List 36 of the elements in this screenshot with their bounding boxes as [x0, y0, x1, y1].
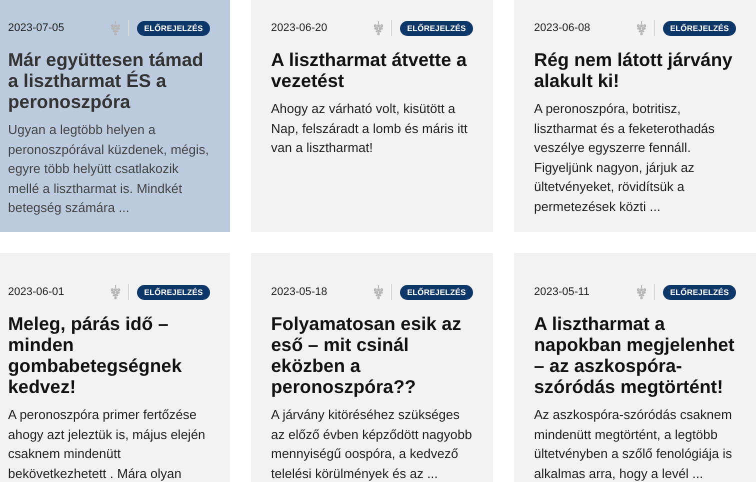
article-excerpt: A peronoszpóra, botritisz, lisztharmat és a feketerothadás veszélye egyszerre fennáll. Figyeljünk nagyon, járjuk az ültetvényeket, rövidítsük a permetezések közti ... [534, 100, 716, 216]
category-tag[interactable]: ELŐREJELZÉS [137, 284, 210, 300]
article-excerpt: Az aszkospóra-szóródás csaknem mindenütt megtörtént, a legtöbb ültetvényben a szőlő fenológiája is alkalmas arra, hogy a levél ... [534, 406, 734, 482]
article-date: 2023-06-08 [534, 22, 592, 34]
grape-icon [636, 20, 648, 36]
grape-icon [110, 20, 122, 36]
article-card[interactable]: 2023-06-20 ELŐREJELZÉS A lisztharmat átvette a vezetést Ahogy az várható volt, kisütött a Nap, felszáradt a lomb és máris itt van a lisztharmat! [251, 0, 493, 232]
article-card[interactable] [0, 0, 230, 232]
article-card[interactable] [514, 0, 756, 232]
article-title[interactable]: A lisztharmat átvette a vezetést [271, 49, 473, 91]
article-title[interactable]: Már együttesen támad a lisztharmat ÉS a peronoszpóra [8, 49, 210, 112]
category-tag[interactable]: ELŐREJELZÉS [400, 284, 473, 300]
article-excerpt: Ahogy az várható volt, kisütött a Nap, felszáradt a lomb és máris itt van a lisztharmat! [271, 100, 469, 157]
grape-icon [636, 284, 648, 300]
article-date: 2023-06-01 [8, 286, 66, 298]
article-title[interactable]: Rég nem látott járvány alakult ki! [534, 49, 736, 91]
article-excerpt: A peronoszpóra primer fertőzése ahogy azt jeleztük is, május elején csaknem mindenütt bekövetkezhetett . Mára olyan [8, 406, 206, 482]
category-tag[interactable]: ELŐREJELZÉS [663, 20, 736, 36]
article-date: 2023-05-11 [534, 286, 590, 298]
article-title[interactable]: A lisztharmat a napokban megjelenhet – az aszkospóra-szóródás megtörtént! [534, 313, 736, 397]
article-date: 2023-06-20 [271, 22, 328, 34]
article-title[interactable]: Meleg, párás idő – minden gombabetegségnek kedvez! [8, 313, 210, 397]
category-tag[interactable]: ELŐREJELZÉS [400, 20, 473, 36]
grape-icon [373, 284, 384, 300]
article-date: 2023-07-05 [8, 22, 66, 34]
grape-icon [110, 284, 122, 300]
article-excerpt: Ugyan a legtöbb helyen a peronoszpórával küzdenek, mégis, egyre több helyütt csatlakozik mellé a lisztharmat is. Mindkét betegség számára ... [8, 121, 210, 217]
article-card[interactable]: 2023-06-01 ELŐREJELZÉS Meleg, párás idő – minden gombabetegségnek kedvez! A peronoszpóra primer fertőzése ahogy azt jeleztük is, május elején csaknem mindenütt bekövetkezhetett . Mára olyan [0, 253, 230, 482]
article-card[interactable] [514, 253, 756, 482]
article-card[interactable] [251, 253, 493, 482]
category-tag[interactable]: ELŐREJELZÉS [137, 20, 210, 36]
article-excerpt: A járvány kitöréséhez szükséges az előző évben képződött nagyobb mennyiségű oospóra, a kedvező telelési körülmények és az ... [271, 406, 473, 482]
grape-icon [373, 20, 384, 36]
article-date: 2023-05-18 [271, 286, 328, 298]
article-title[interactable]: Folyamatosan esik az eső – mit csinál eközben a peronoszpóra?? [271, 313, 473, 397]
category-tag[interactable]: ELŐREJELZÉS [663, 284, 736, 300]
